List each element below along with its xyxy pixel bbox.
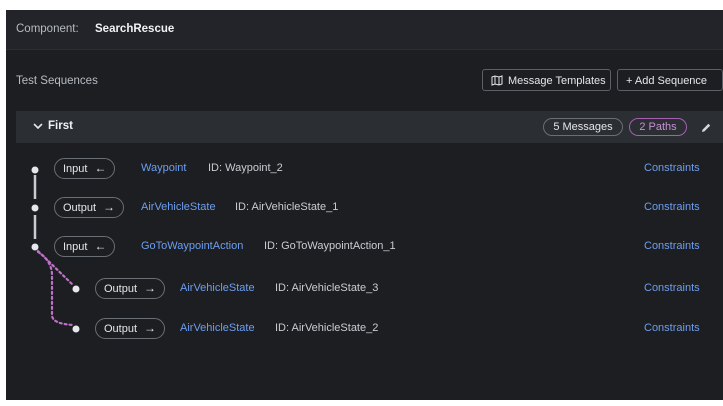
constraints-link[interactable]: Constraints [644, 282, 700, 294]
message-type-link[interactable]: AirVehicleState [180, 282, 255, 294]
constraints-link[interactable]: Constraints [644, 240, 700, 252]
constraints-link[interactable]: Constraints [644, 201, 700, 213]
direction-pill[interactable]: Output → [95, 278, 166, 299]
direction-label: Input [63, 163, 88, 175]
message-type-link[interactable]: Waypoint [141, 162, 186, 174]
message-row: Input ← GoToWaypointAction ID: GoToWaypoi… [6, 236, 723, 260]
app-window: Component: SearchRescue Test Sequences M… [6, 10, 723, 400]
message-row: Output → AirVehicleState ID: AirVehicleSt… [6, 197, 723, 221]
direction-label: Output [104, 283, 138, 295]
message-id: ID: GoToWaypointAction_1 [264, 240, 396, 252]
constraints-link[interactable]: Constraints [644, 322, 700, 334]
message-row: Output → AirVehicleState ID: AirVehicleSt… [6, 318, 723, 342]
direction-pill[interactable]: Output → [54, 197, 125, 218]
arrow-right-icon: → [144, 281, 157, 295]
arrow-left-icon: ← [94, 161, 107, 175]
direction-pill[interactable]: Output → [95, 318, 166, 339]
message-id: ID: AirVehicleState_1 [235, 201, 339, 213]
direction-pill[interactable]: Input ← [54, 158, 116, 179]
direction-label: Output [104, 323, 138, 335]
message-id: ID: AirVehicleState_2 [275, 322, 379, 334]
arrow-left-icon: ← [94, 239, 107, 253]
arrow-right-icon: → [144, 321, 157, 335]
message-type-link[interactable]: GoToWaypointAction [141, 240, 243, 252]
direction-pill[interactable]: Input ← [54, 236, 116, 257]
message-id: ID: Waypoint_2 [208, 162, 283, 174]
message-id: ID: AirVehicleState_3 [275, 282, 379, 294]
message-type-link[interactable]: AirVehicleState [141, 201, 216, 213]
message-type-link[interactable]: AirVehicleState [180, 322, 255, 334]
constraints-link[interactable]: Constraints [644, 162, 700, 174]
message-row: Input ← Waypoint ID: Waypoint_2 Constrain… [6, 158, 723, 182]
direction-label: Output [63, 202, 97, 214]
message-row: Output → AirVehicleState ID: AirVehicleSt… [6, 278, 723, 302]
direction-label: Input [63, 241, 88, 253]
arrow-right-icon: → [103, 200, 116, 214]
